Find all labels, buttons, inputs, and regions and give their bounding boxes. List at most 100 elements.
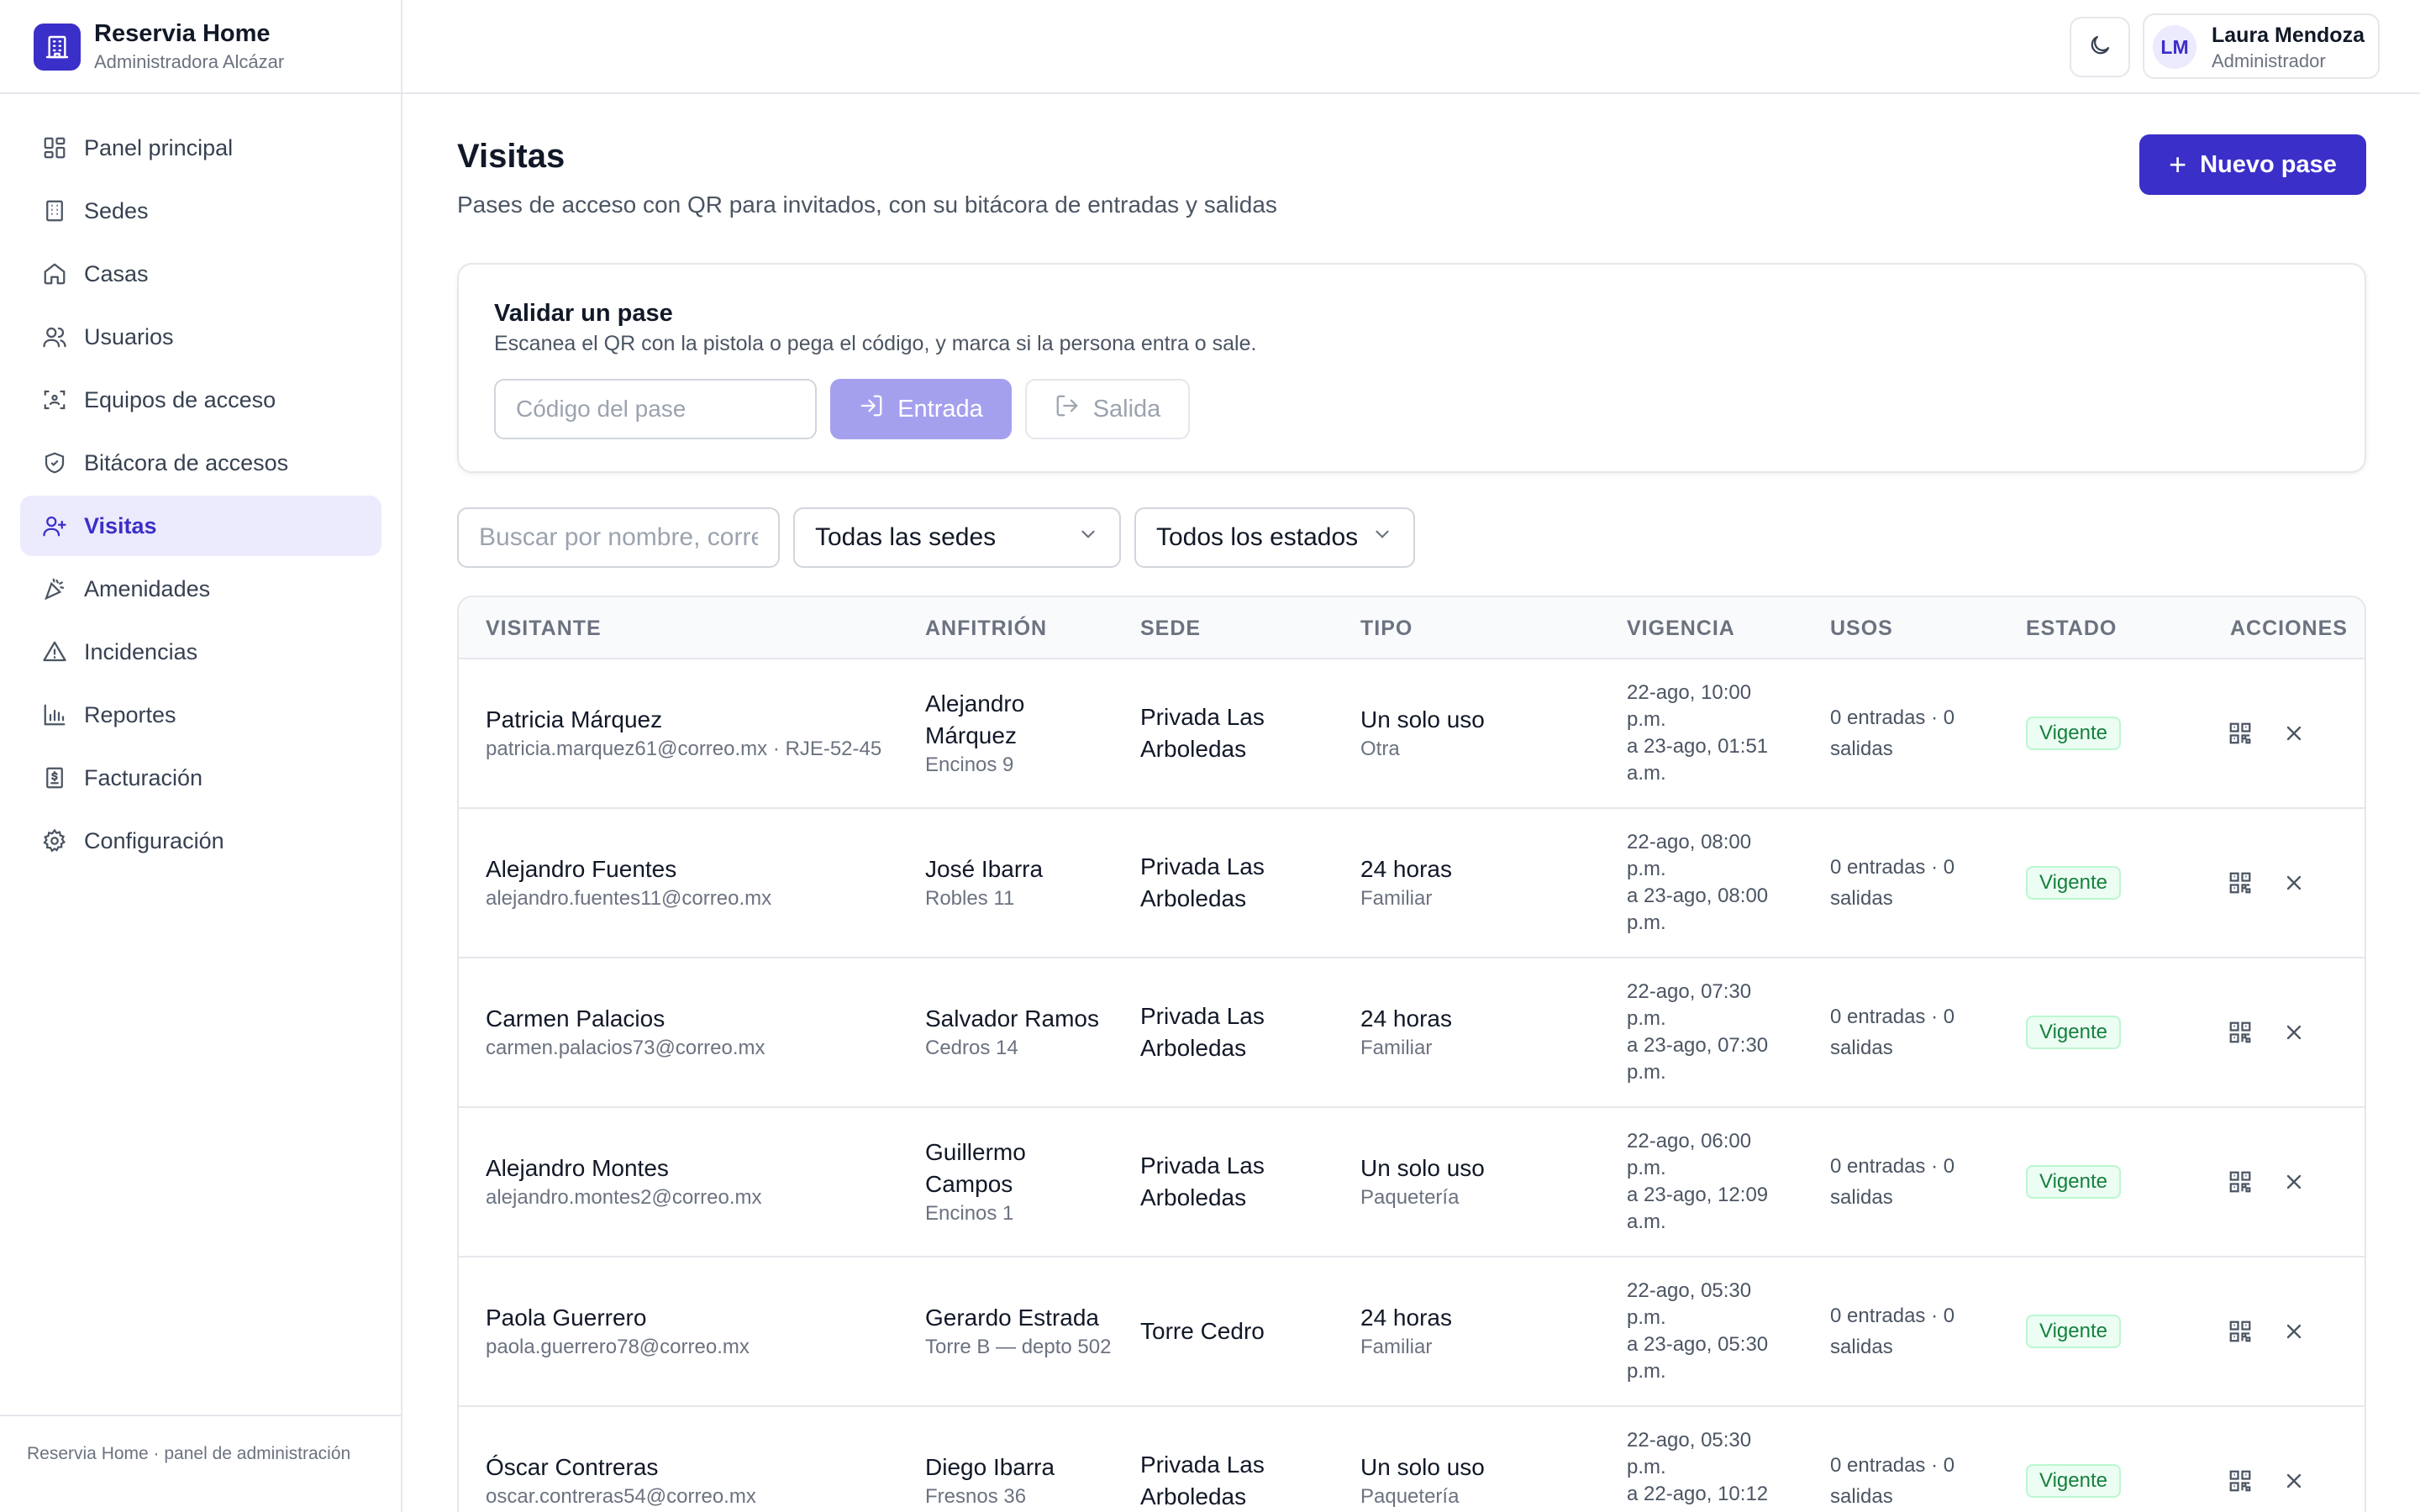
exit-button[interactable]: Salida (1025, 379, 1190, 439)
column-header-sede[interactable]: SEDE (1140, 597, 1201, 659)
table-row[interactable]: Óscar Contreras oscar.contreras54@correo.… (459, 1407, 2365, 1512)
validity-range: 22-ago, 06:00 p.m. a 23-ago, 12:09 a.m. (1627, 1130, 1769, 1233)
party-icon (40, 575, 69, 603)
sidebar-item-reportes[interactable]: Reportes (20, 685, 381, 745)
host-cell: Alejandro Márquez Encinos 9 (925, 659, 1118, 807)
column-header-visitante[interactable]: VISITANTE (486, 597, 602, 659)
sidebar-item-panel-principal[interactable]: Panel principal (20, 118, 381, 178)
uses-count: 0 entradas · 0 salidas (1830, 856, 1955, 910)
sidebar-item-incidencias[interactable]: Incidencias (20, 622, 381, 682)
user-menu-button[interactable]: LM Laura Mendoza Administrador (2143, 13, 2380, 79)
table-row[interactable]: Paola Guerrero paola.guerrero78@correo.mx… (459, 1257, 2365, 1407)
pass-code-input[interactable] (494, 379, 817, 439)
chevron-down-icon (1371, 523, 1393, 552)
sidebar-item-equipos-de-acceso[interactable]: Equipos de acceso (20, 370, 381, 430)
status-cell: Vigente (2026, 1257, 2194, 1405)
brand-subtitle: Administradora Alcázar (94, 51, 285, 72)
pass-category: Paquetería (1360, 1186, 1460, 1209)
host-unit: Encinos 9 (925, 753, 1014, 776)
visitor-email: alejandro.fuentes11@correo.mx (486, 887, 772, 910)
host-cell: Diego Ibarra Fresnos 36 (925, 1407, 1118, 1512)
qr-code-icon (2229, 1021, 2251, 1043)
sidebar-item-visitas[interactable]: Visitas (20, 496, 381, 556)
sidebar-item-sedes[interactable]: Sedes (20, 181, 381, 241)
sede-cell: Privada Las Arboledas (1140, 1108, 1342, 1256)
qr-code-button[interactable] (2223, 866, 2257, 900)
sidebar-item-label: Panel principal (84, 134, 234, 160)
entry-button[interactable]: Entrada (830, 379, 1012, 439)
column-header-vigencia[interactable]: VIGENCIA (1627, 597, 1735, 659)
host-name: Guillermo Campos (925, 1139, 1026, 1197)
table-row[interactable]: Patricia Márquez patricia.marquez61@corre… (459, 659, 2365, 809)
sede-cell: Privada Las Arboledas (1140, 958, 1342, 1106)
qr-code-button[interactable] (2223, 1165, 2257, 1199)
pass-type: Un solo uso (1360, 1155, 1485, 1181)
sede-filter-value: Todas las sedes (815, 523, 997, 551)
visitor-email: paola.guerrero78@correo.mx (486, 1336, 750, 1358)
sidebar-item-amenidades[interactable]: Amenidades (20, 559, 381, 619)
sidebar-item-label: Sedes (84, 197, 149, 223)
uses-cell: 0 entradas · 0 salidas (1830, 809, 1998, 957)
entry-label: Entrada (897, 395, 983, 423)
shield-icon (40, 449, 69, 477)
validity-cell: 22-ago, 10:00 p.m. a 23-ago, 01:51 a.m. (1627, 659, 1795, 807)
visitor-email: alejandro.montes2@correo.mx (486, 1186, 762, 1209)
type-cell: Un solo uso Paquetería (1360, 1407, 1604, 1512)
sede-name: Torre Cedro (1140, 1318, 1265, 1344)
sidebar-item-label: Configuración (84, 827, 224, 853)
validate-pass-card: Validar un pase Escanea el QR con la pis… (457, 263, 2366, 473)
theme-toggle-button[interactable] (2070, 17, 2130, 77)
uses-cell: 0 entradas · 0 salidas (1830, 659, 1998, 807)
column-header-estado[interactable]: ESTADO (2026, 597, 2117, 659)
validate-subtitle: Escanea el QR con la pistola o pega el c… (494, 332, 1257, 355)
uses-count: 0 entradas · 0 salidas (1830, 1005, 1955, 1059)
column-header-anfitrion[interactable]: ANFITRIÓN (925, 597, 1047, 659)
sede-filter-select[interactable]: Todas las sedes (793, 507, 1121, 568)
type-cell: Un solo uso Otra (1360, 659, 1604, 807)
sidebar-item-casas[interactable]: Casas (20, 244, 381, 304)
type-cell: 24 horas Familiar (1360, 958, 1604, 1106)
qr-code-button[interactable] (2223, 1315, 2257, 1348)
column-header-usos[interactable]: USOS (1830, 597, 1893, 659)
sede-name: Privada Las Arboledas (1140, 1452, 1265, 1509)
sidebar-item-label: Amenidades (84, 575, 211, 601)
search-input[interactable] (457, 507, 780, 568)
revoke-button[interactable] (2277, 866, 2311, 900)
sidebar-item-facturacion[interactable]: Facturación (20, 748, 381, 808)
page-subtitle: Pases de acceso con QR para invitados, c… (457, 192, 1277, 218)
warning-icon (40, 638, 69, 666)
column-header-tipo[interactable]: TIPO (1360, 597, 1413, 659)
logout-icon (1055, 393, 1093, 425)
sede-cell: Privada Las Arboledas (1140, 809, 1342, 957)
revoke-button[interactable] (2277, 1315, 2311, 1348)
validity-range: 22-ago, 10:00 p.m. a 23-ago, 01:51 a.m. (1627, 681, 1769, 785)
revoke-button[interactable] (2277, 717, 2311, 750)
host-cell: Gerardo Estrada Torre B — depto 502 (925, 1257, 1118, 1405)
host-name: Alejandro Márquez (925, 690, 1025, 748)
qr-code-button[interactable] (2223, 1016, 2257, 1049)
qr-code-button[interactable] (2223, 717, 2257, 750)
estado-filter-select[interactable]: Todos los estados (1134, 507, 1415, 568)
revoke-button[interactable] (2277, 1165, 2311, 1199)
sidebar-item-configuracion[interactable]: Configuración (20, 811, 381, 871)
sede-cell: Privada Las Arboledas (1140, 1407, 1342, 1512)
revoke-button[interactable] (2277, 1016, 2311, 1049)
validity-range: 22-ago, 08:00 p.m. a 23-ago, 08:00 p.m. (1627, 831, 1769, 934)
sidebar-item-bitacora[interactable]: Bitácora de accesos (20, 433, 381, 493)
avatar: LM (2153, 25, 2196, 69)
actions-cell (2223, 1407, 2349, 1512)
chevron-down-icon (1077, 523, 1099, 552)
new-pass-button[interactable]: + Nuevo pase (2139, 134, 2366, 195)
plus-icon: + (2169, 147, 2187, 181)
visitor-name: Carmen Palacios (486, 1005, 666, 1032)
revoke-button[interactable] (2277, 1464, 2311, 1498)
status-cell: Vigente (2026, 958, 2194, 1106)
visitor-cell: Alejandro Fuentes alejandro.fuentes11@cor… (486, 809, 906, 957)
uses-cell: 0 entradas · 0 salidas (1830, 958, 1998, 1106)
sidebar-item-usuarios[interactable]: Usuarios (20, 307, 381, 367)
table-row[interactable]: Alejandro Fuentes alejandro.fuentes11@cor… (459, 809, 2365, 958)
table-row[interactable]: Alejandro Montes alejandro.montes2@correo… (459, 1108, 2365, 1257)
qr-code-button[interactable] (2223, 1464, 2257, 1498)
host-name: Diego Ibarra (925, 1454, 1055, 1480)
table-row[interactable]: Carmen Palacios carmen.palacios73@correo.… (459, 958, 2365, 1108)
